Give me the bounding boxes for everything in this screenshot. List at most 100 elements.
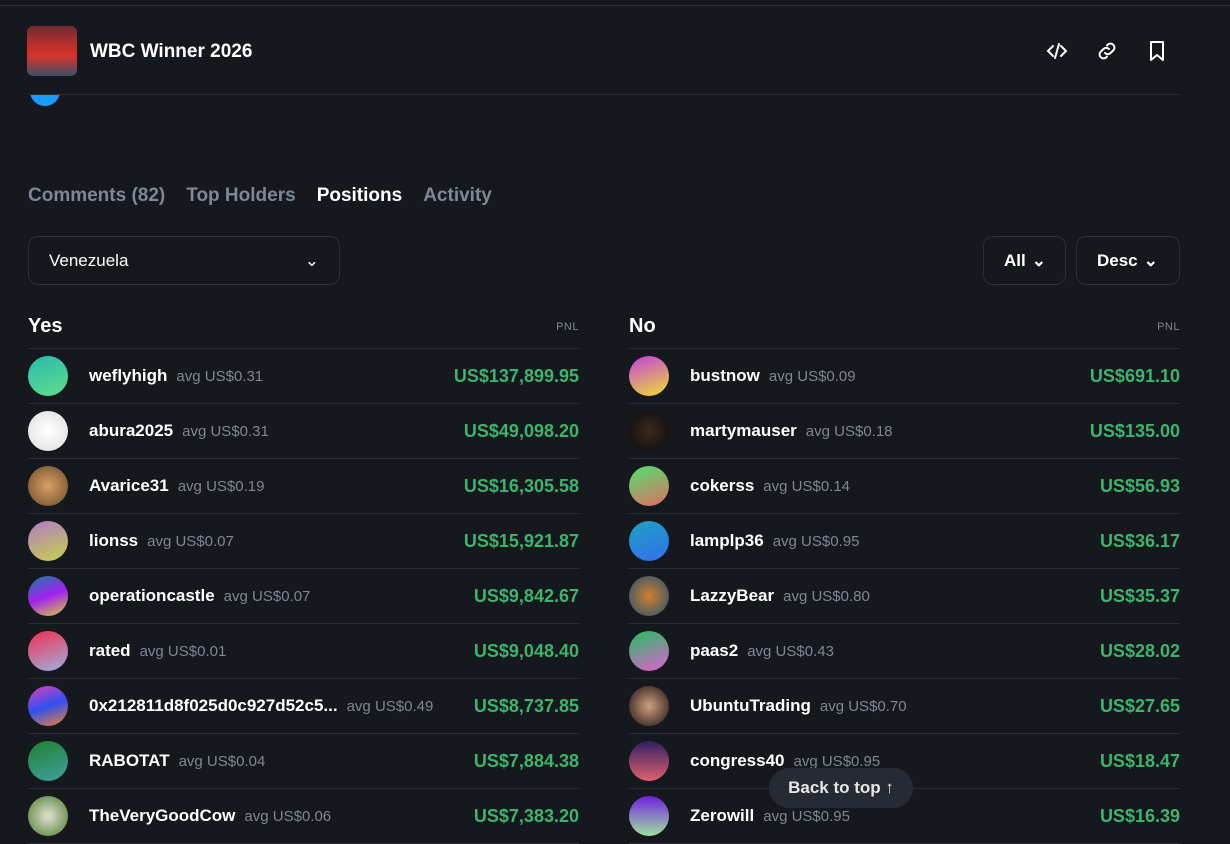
no-column: No PNL bustnow avg US$0.09 US$691.10 mart… xyxy=(629,305,1180,844)
pnl-value: US$56.93 xyxy=(1099,475,1180,496)
pnl-value: US$7,884.38 xyxy=(473,750,579,771)
avatar[interactable] xyxy=(28,741,68,781)
holder-name[interactable]: cokerss xyxy=(690,476,754,496)
avatar[interactable] xyxy=(28,411,68,451)
avatar[interactable] xyxy=(629,356,669,396)
header-divider xyxy=(28,94,1180,95)
holder-row[interactable]: weflyhigh avg US$0.31 US$137,899.95 xyxy=(28,349,579,404)
holder-row[interactable]: Avarice31 avg US$0.19 US$16,305.58 xyxy=(28,459,579,514)
avatar[interactable] xyxy=(629,631,669,671)
pnl-header: PNL xyxy=(556,320,579,333)
holder-name[interactable]: Avarice31 xyxy=(89,476,169,496)
side-filter-value: All xyxy=(1004,250,1026,270)
no-title: No xyxy=(629,315,656,337)
holder-row[interactable]: lamplp36 avg US$0.95 US$36.17 xyxy=(629,514,1180,569)
holder-row[interactable]: rated avg US$0.01 US$9,048.40 xyxy=(28,624,579,679)
pnl-value: US$28.02 xyxy=(1099,640,1180,661)
pnl-value: US$9,842.67 xyxy=(473,585,579,606)
chevron-down-icon: ⌄ xyxy=(304,250,319,270)
avg-price: avg US$0.07 xyxy=(147,532,234,550)
holder-row[interactable]: RABOTAT avg US$0.04 US$7,884.38 xyxy=(28,734,579,789)
avatar[interactable] xyxy=(629,741,669,781)
holder-name[interactable]: bustnow xyxy=(690,366,760,386)
avatar[interactable] xyxy=(629,466,669,506)
avatar[interactable] xyxy=(28,631,68,671)
tab-positions[interactable]: Positions xyxy=(317,185,403,207)
avatar[interactable] xyxy=(28,686,68,726)
holder-name[interactable]: rated xyxy=(89,641,131,661)
holder-row[interactable]: TheVeryGoodCow avg US$0.06 US$7,383.20 xyxy=(28,789,579,844)
holder-name[interactable]: RABOTAT xyxy=(89,751,170,771)
holder-row[interactable]: bustnow avg US$0.09 US$691.10 xyxy=(629,349,1180,404)
avg-price: avg US$0.80 xyxy=(783,587,870,605)
avg-price: avg US$0.49 xyxy=(346,697,434,715)
avatar[interactable] xyxy=(28,356,68,396)
holder-name[interactable]: 0x212811d8f025d0c927d52c5... xyxy=(89,696,338,716)
bookmark-icon[interactable] xyxy=(1145,39,1169,63)
link-icon[interactable] xyxy=(1095,39,1119,63)
avg-price: avg US$0.31 xyxy=(182,422,269,440)
avatar[interactable] xyxy=(629,686,669,726)
avg-price: avg US$0.43 xyxy=(747,642,834,660)
pnl-value: US$16.39 xyxy=(1099,805,1180,826)
avg-price: avg US$0.95 xyxy=(772,532,860,550)
holder-name[interactable]: congress40 xyxy=(690,751,785,771)
outcome-select-value: Venezuela xyxy=(49,250,129,270)
avg-price: avg US$0.09 xyxy=(768,367,856,385)
avg-price: avg US$0.19 xyxy=(177,477,265,495)
holder-row[interactable]: martymauser avg US$0.18 US$135.00 xyxy=(629,404,1180,459)
holder-name[interactable]: Zerowill xyxy=(690,806,754,826)
avatar[interactable] xyxy=(629,521,669,561)
holder-name[interactable]: operationcastle xyxy=(89,586,215,606)
avatar[interactable] xyxy=(629,796,669,836)
sticky-header: WBC Winner 2026 xyxy=(0,6,1230,95)
avatar[interactable] xyxy=(28,576,68,616)
pnl-value: US$35.37 xyxy=(1099,585,1180,606)
holder-name[interactable]: UbuntuTrading xyxy=(690,696,811,716)
avatar[interactable] xyxy=(28,796,68,836)
tab-comments[interactable]: Comments (82) xyxy=(28,185,165,207)
pnl-value: US$7,383.20 xyxy=(473,805,579,826)
chevron-down-icon: ⌄ xyxy=(1143,250,1158,270)
chevron-down-icon: ⌄ xyxy=(1031,250,1046,270)
outcome-select[interactable]: Venezuela ⌄ xyxy=(28,236,340,285)
embed-code-icon[interactable] xyxy=(1045,39,1069,63)
holder-row[interactable]: cokerss avg US$0.14 US$56.93 xyxy=(629,459,1180,514)
side-filter-button[interactable]: All ⌄ xyxy=(983,236,1066,285)
avatar[interactable] xyxy=(629,576,669,616)
pnl-value: US$49,098.20 xyxy=(463,420,579,441)
holder-name[interactable]: abura2025 xyxy=(89,421,173,441)
pnl-value: US$16,305.58 xyxy=(463,475,579,496)
avg-price: avg US$0.95 xyxy=(793,752,881,770)
market-title: WBC Winner 2026 xyxy=(90,41,253,62)
sort-button[interactable]: Desc ⌄ xyxy=(1076,236,1180,285)
holder-row[interactable]: lionss avg US$0.07 US$15,921.87 xyxy=(28,514,579,569)
holder-row[interactable]: operationcastle avg US$0.07 US$9,842.67 xyxy=(28,569,579,624)
pnl-value: US$135.00 xyxy=(1089,420,1180,441)
avatar[interactable] xyxy=(629,411,669,451)
holder-name[interactable]: TheVeryGoodCow xyxy=(89,806,235,826)
pnl-value: US$9,048.40 xyxy=(473,640,579,661)
holder-row[interactable]: abura2025 avg US$0.31 US$49,098.20 xyxy=(28,404,579,459)
pnl-value: US$36.17 xyxy=(1099,530,1180,551)
holder-name[interactable]: martymauser xyxy=(690,421,797,441)
holder-row[interactable]: 0x212811d8f025d0c927d52c5... avg US$0.49… xyxy=(28,679,579,734)
back-to-top-button[interactable]: Back to top ↑ xyxy=(769,768,913,808)
tab-top-holders[interactable]: Top Holders xyxy=(186,185,295,207)
holder-name[interactable]: LazzyBear xyxy=(690,586,774,606)
holder-name[interactable]: weflyhigh xyxy=(89,366,167,386)
tab-activity[interactable]: Activity xyxy=(423,185,492,207)
holder-name[interactable]: lionss xyxy=(89,531,138,551)
pnl-value: US$27.65 xyxy=(1099,695,1180,716)
yes-title: Yes xyxy=(28,315,63,337)
avg-price: avg US$0.06 xyxy=(244,807,332,825)
avg-price: avg US$0.04 xyxy=(178,752,266,770)
holder-name[interactable]: paas2 xyxy=(690,641,738,661)
holder-row[interactable]: paas2 avg US$0.43 US$28.02 xyxy=(629,624,1180,679)
holder-row[interactable]: UbuntuTrading avg US$0.70 US$27.65 xyxy=(629,679,1180,734)
holder-name[interactable]: lamplp36 xyxy=(690,531,764,551)
avatar[interactable] xyxy=(28,466,68,506)
avatar[interactable] xyxy=(28,521,68,561)
holder-row[interactable]: LazzyBear avg US$0.80 US$35.37 xyxy=(629,569,1180,624)
yes-column: Yes PNL weflyhigh avg US$0.31 US$137,899.… xyxy=(28,305,579,844)
